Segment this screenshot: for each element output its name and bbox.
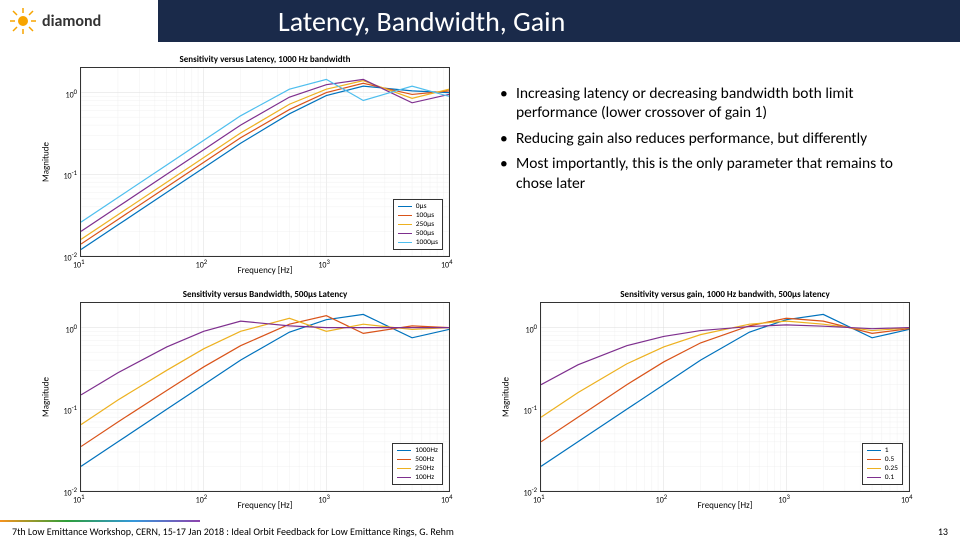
legend: 0µs100µs250µs500µs1000µs	[393, 199, 443, 250]
footer-bar: 7th Low Emittance Workshop, CERN, 15-17 …	[0, 522, 960, 540]
content-area: Increasing latency or decreasing bandwid…	[0, 42, 960, 522]
y-axis-label: Magnitude	[41, 142, 52, 182]
slide-title: Latency, Bandwidth, Gain	[158, 4, 960, 39]
y-axis-label: Magnitude	[501, 377, 512, 417]
chart-gain: Sensitivity versus gain, 1000 Hz bandwit…	[540, 302, 910, 492]
bullet-1: Reducing gain also reduces performance, …	[500, 129, 930, 148]
x-axis-label: Frequency [Hz]	[81, 265, 449, 276]
bullet-2: Most importantly, this is the only param…	[500, 154, 930, 193]
x-axis-label: Frequency [Hz]	[81, 500, 449, 511]
chart-title: Sensitivity versus Latency, 1000 Hz band…	[81, 54, 449, 65]
footer-text: 7th Low Emittance Workshop, CERN, 15-17 …	[12, 525, 938, 538]
legend: 10.50.250.1	[862, 443, 903, 485]
chart-title: Sensitivity versus Bandwidth, 500µs Late…	[81, 289, 449, 300]
bullet-list: Increasing latency or decreasing bandwid…	[500, 84, 930, 199]
diamond-logo-icon	[10, 8, 36, 34]
bullet-0: Increasing latency or decreasing bandwid…	[500, 84, 930, 123]
chart-title: Sensitivity versus gain, 1000 Hz bandwit…	[541, 289, 909, 300]
chart-bandwidth: Sensitivity versus Bandwidth, 500µs Late…	[80, 302, 450, 492]
brand-name: diamond	[42, 12, 101, 31]
brand-lockup: diamond	[0, 0, 158, 42]
x-axis-label: Frequency [Hz]	[541, 500, 909, 511]
page-number: 13	[938, 525, 948, 538]
legend: 1000Hz500Hz250Hz100Hz	[392, 443, 443, 485]
chart-latency: Sensitivity versus Latency, 1000 Hz band…	[80, 67, 450, 257]
y-axis-label: Magnitude	[41, 377, 52, 417]
header-bar: diamond Latency, Bandwidth, Gain	[0, 0, 960, 42]
